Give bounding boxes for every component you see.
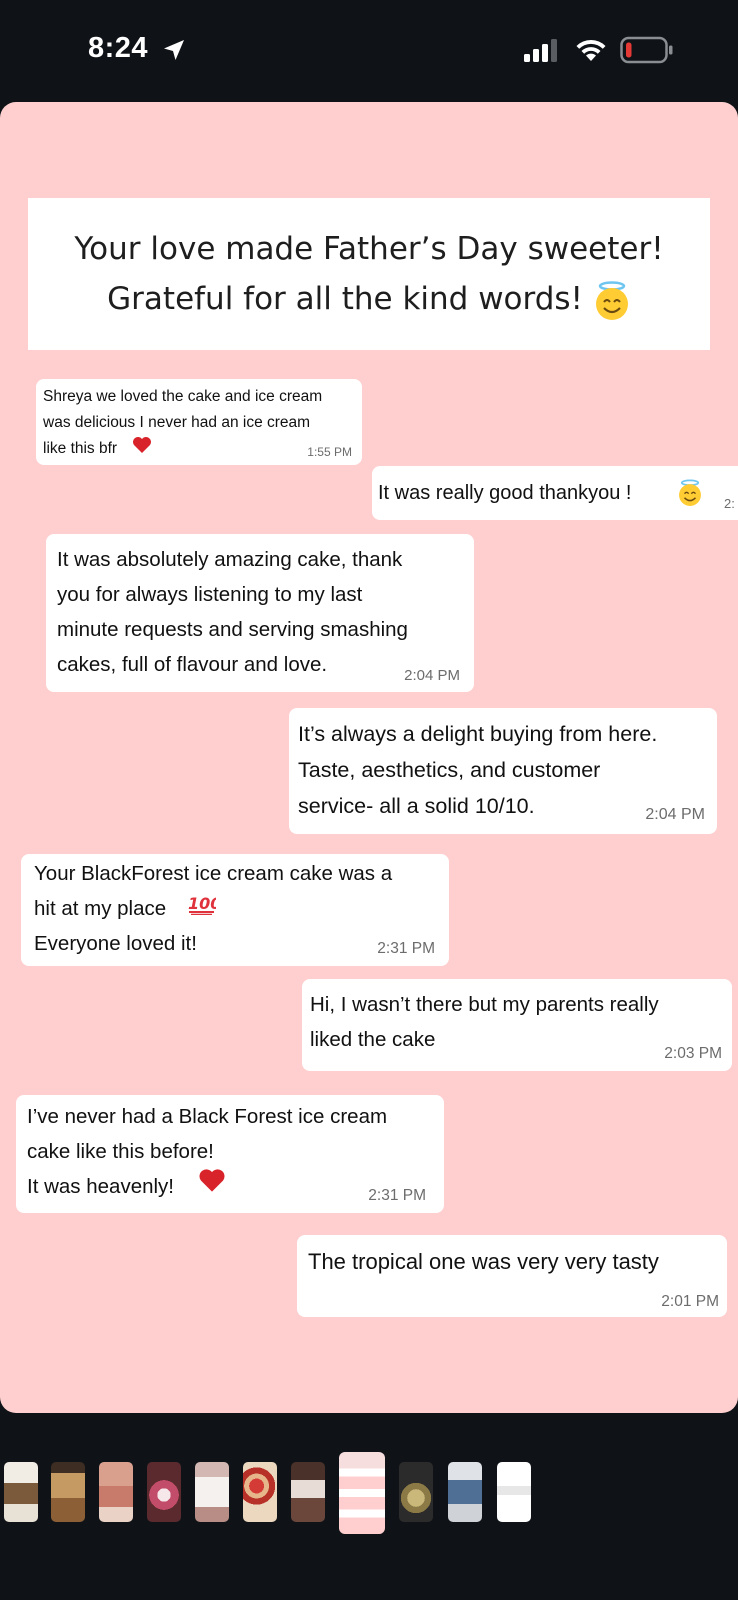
message-bubble: Hi, I wasn’t there but my parents really… bbox=[302, 979, 732, 1071]
story-thumbnail-strip bbox=[0, 1452, 738, 1534]
message-time: 2:04 PM bbox=[645, 806, 705, 823]
message-text: Hi, I wasn’t there but my parents really… bbox=[310, 993, 659, 1051]
svg-text:100: 100 bbox=[188, 894, 216, 913]
story-thumbnail[interactable] bbox=[4, 1462, 38, 1522]
message-bubble: It was absolutely amazing cake, thank yo… bbox=[46, 534, 474, 692]
message-time: 2:01 PM bbox=[661, 1293, 719, 1310]
message-bubble: I’ve never had a Black Forest ice cream … bbox=[16, 1095, 444, 1213]
location-arrow-icon bbox=[164, 40, 184, 60]
story-thumbnail[interactable] bbox=[195, 1462, 229, 1522]
message-time: 2:03 PM bbox=[664, 1045, 722, 1062]
message-text: The tropical one was very very tasty bbox=[308, 1249, 659, 1274]
message-text: It was really good thankyou ! bbox=[378, 482, 632, 504]
battery-low-icon bbox=[620, 36, 673, 64]
message-bubble: Your BlackForest ice cream cake was a hi… bbox=[21, 854, 449, 966]
smiling-face-with-halo-icon bbox=[595, 280, 628, 320]
story-thumbnail[interactable] bbox=[399, 1462, 433, 1522]
story-thumbnail[interactable] bbox=[497, 1462, 531, 1522]
story-thumbnail[interactable] bbox=[243, 1462, 277, 1522]
banner-line-1: Your love made Father’s Day sweeter! bbox=[74, 231, 664, 267]
banner-line-2-text: Grateful for all the kind words! bbox=[107, 281, 583, 317]
status-time: 8:24 bbox=[88, 32, 149, 64]
message-time: 2: bbox=[724, 496, 735, 511]
story-thumbnail[interactable] bbox=[51, 1462, 85, 1522]
message-text: It was absolutely amazing cake, thank yo… bbox=[57, 548, 408, 676]
message-bubble: It’s always a delight buying from here. … bbox=[289, 708, 717, 834]
message-time: 1:55 PM bbox=[307, 445, 352, 459]
message-text: It’s always a delight buying from here. … bbox=[298, 722, 658, 818]
smiling-face-with-halo-icon bbox=[679, 479, 701, 506]
message-time: 2:04 PM bbox=[404, 667, 460, 684]
story-thumbnail[interactable] bbox=[291, 1462, 325, 1522]
story-card[interactable]: Your love made Father’s Day sweeter! Gra… bbox=[0, 102, 738, 1413]
red-heart-icon bbox=[199, 1169, 225, 1192]
message-time: 2:31 PM bbox=[377, 940, 435, 957]
cellular-signal-icon bbox=[524, 39, 557, 62]
story-thumbnail-active[interactable] bbox=[339, 1452, 385, 1534]
message-text: Shreya we loved the cake and ice cream w… bbox=[43, 388, 323, 457]
story-thumbnail[interactable] bbox=[147, 1462, 181, 1522]
message-bubble: Shreya we loved the cake and ice cream w… bbox=[36, 379, 362, 465]
banner-line-2: Grateful for all the kind words! bbox=[107, 274, 631, 324]
story-thumbnail[interactable] bbox=[99, 1462, 133, 1522]
story-thumbnail[interactable] bbox=[448, 1462, 482, 1522]
message-time: 2:31 PM bbox=[368, 1187, 426, 1204]
message-bubble: It was really good thankyou ! 2: bbox=[372, 466, 738, 520]
story-banner: Your love made Father’s Day sweeter! Gra… bbox=[28, 198, 710, 350]
message-bubble: The tropical one was very very tasty 2:0… bbox=[297, 1235, 727, 1317]
hundred-points-icon: 100 bbox=[188, 894, 216, 915]
wifi-icon bbox=[576, 39, 606, 61]
red-heart-icon bbox=[133, 437, 151, 453]
status-bar: 8:24 bbox=[0, 0, 738, 100]
